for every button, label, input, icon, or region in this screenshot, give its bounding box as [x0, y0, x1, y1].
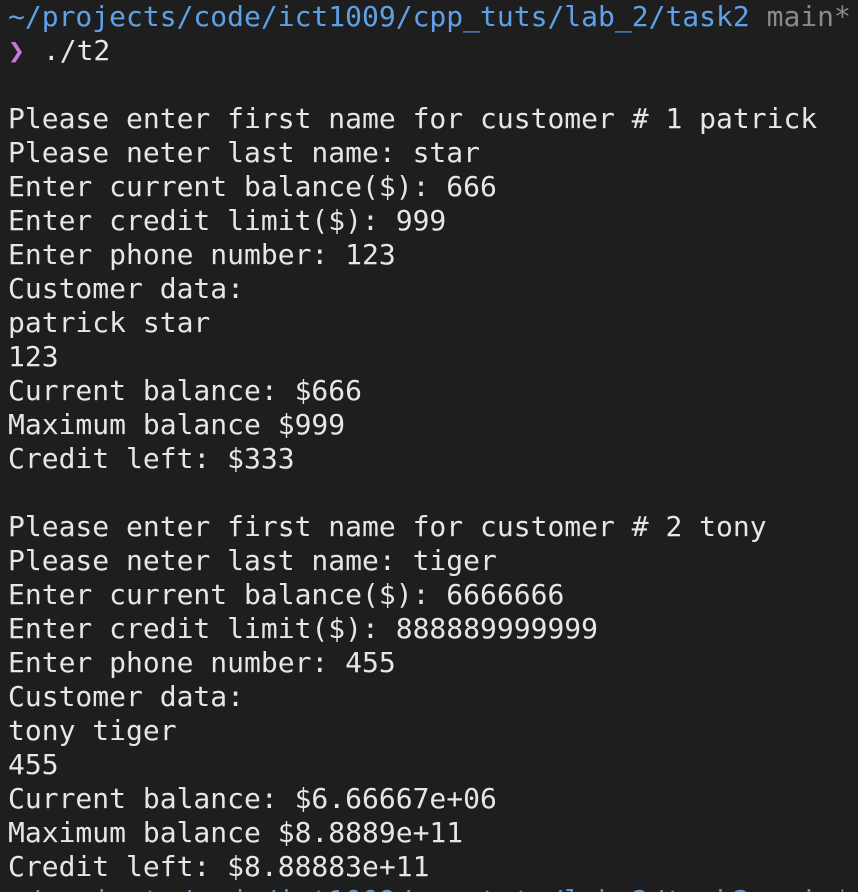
command-line: ❯ ./t2	[8, 34, 858, 68]
command-text: ./t2	[42, 34, 111, 67]
prompt-path: ~/projects/code/ict1009/cpp_tuts/lab_2/t…	[8, 0, 750, 33]
output-line: Enter phone number: 123	[8, 238, 396, 271]
customer-1-output: Please enter first name for customer # 1…	[8, 102, 858, 476]
output-line: Customer data:	[8, 680, 245, 713]
output-line: Please neter last name: star	[8, 136, 481, 169]
output-line: Enter credit limit($): 888889999999	[8, 612, 599, 645]
output-line: patrick star	[8, 306, 211, 339]
output-line: Enter phone number: 455	[8, 646, 396, 679]
output-line: tony tiger	[8, 714, 177, 747]
customer-2-output: Please enter first name for customer # 2…	[8, 510, 858, 884]
next-prompt-partial: ~/projects/code/ict1009/cpp_tuts/lab_2/t…	[8, 884, 858, 892]
output-line: Enter credit limit($): 999	[8, 204, 447, 237]
git-branch: main*	[766, 0, 851, 33]
output-line: Please enter first name for customer # 2…	[8, 510, 767, 543]
output-line: 455	[8, 748, 59, 781]
output-line: Credit left: $8.88883e+11	[8, 850, 430, 883]
output-line: Current balance: $6.66667e+06	[8, 782, 497, 815]
output-line: Please neter last name: tiger	[8, 544, 497, 577]
output-line: Current balance: $666	[8, 374, 363, 407]
prompt-header-line: ~/projects/code/ict1009/cpp_tuts/lab_2/t…	[8, 0, 858, 34]
output-line: 123	[8, 340, 59, 373]
output-line: Customer data:	[8, 272, 245, 305]
output-line: Enter current balance($): 6666666	[8, 578, 565, 611]
output-line: Please enter first name for customer # 1…	[8, 102, 818, 135]
output-line: Credit left: $333	[8, 442, 295, 475]
prompt-chevron-icon: ❯	[8, 34, 25, 67]
output-line: Enter current balance($): 666	[8, 170, 497, 203]
terminal-window[interactable]: ~/projects/code/ict1009/cpp_tuts/lab_2/t…	[0, 0, 858, 892]
output-line: Maximum balance $8.8889e+11	[8, 816, 464, 849]
output-line: Maximum balance $999	[8, 408, 346, 441]
